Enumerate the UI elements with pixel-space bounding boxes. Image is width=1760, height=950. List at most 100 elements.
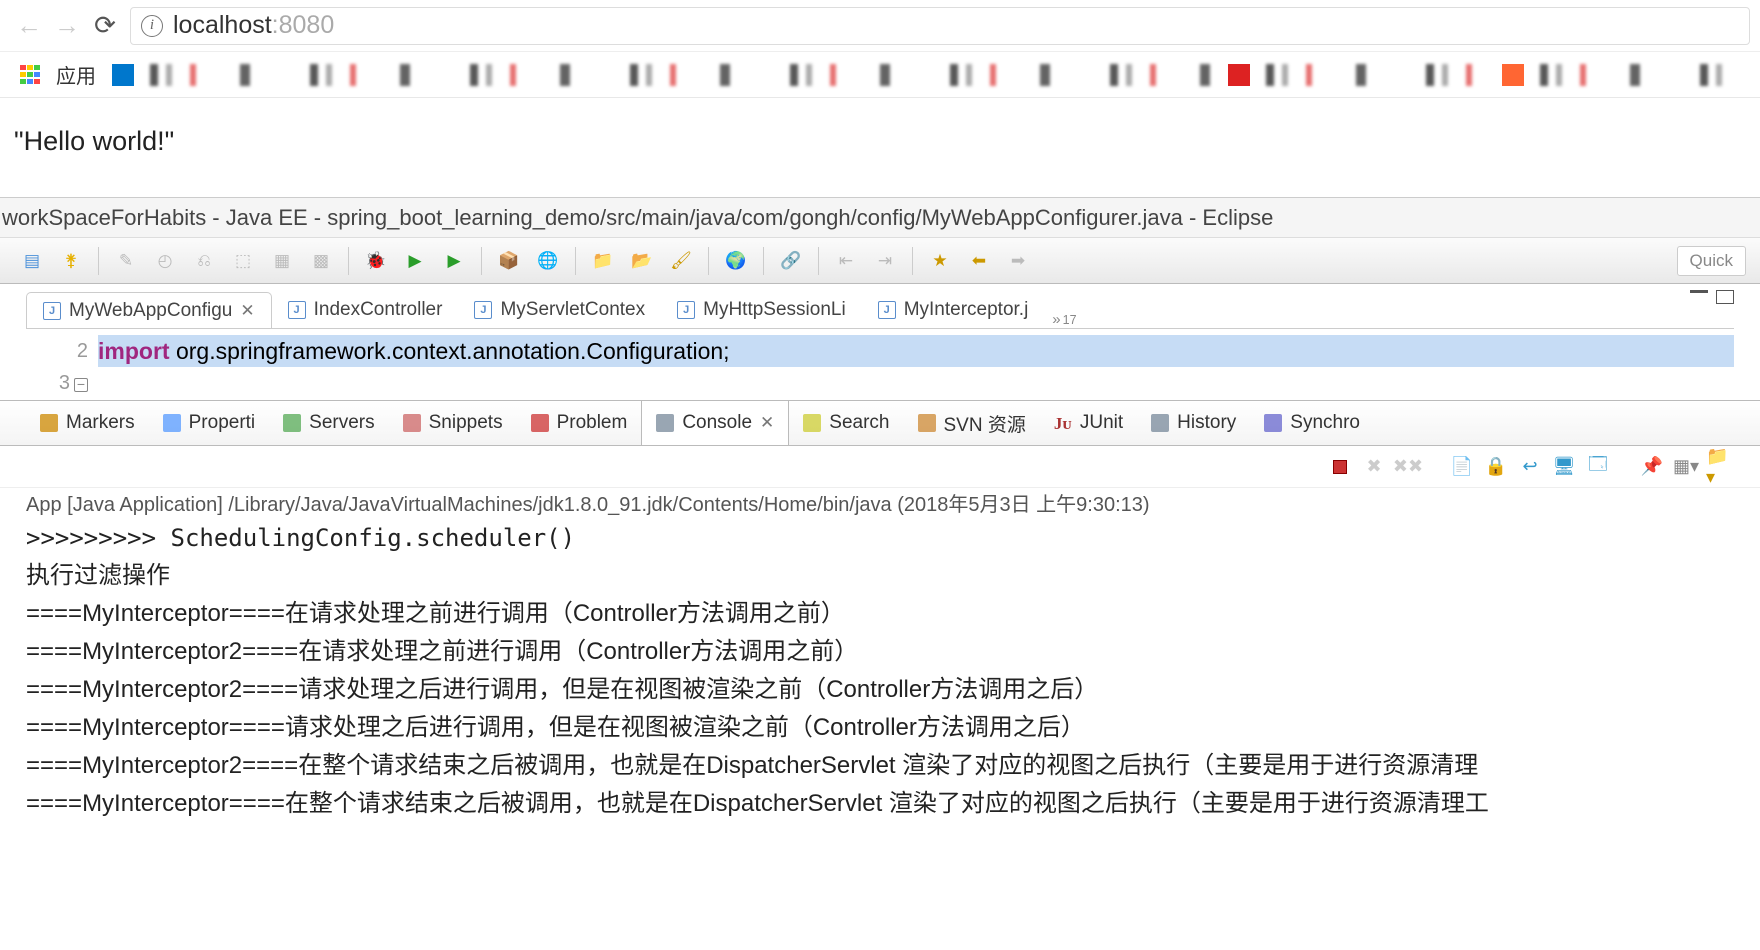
page-text: "Hello world!" <box>14 126 174 156</box>
toolbar-icon[interactable]: ▦ <box>268 247 296 275</box>
display-icon[interactable]: 🖥 <box>1550 455 1578 479</box>
console-process-header: App [Java Application] /Library/Java/Jav… <box>0 488 1760 519</box>
bookmark-bar: 应用 <box>0 52 1760 98</box>
view-tab[interactable]: Problem <box>517 401 642 445</box>
maximize-view-icon[interactable] <box>1716 290 1734 304</box>
overflow-count: 17 <box>1063 313 1077 327</box>
bookmark-item[interactable] <box>112 64 134 86</box>
view-tab[interactable]: Synchro <box>1250 401 1374 445</box>
view-tab[interactable]: JᴜJUnit <box>1040 401 1137 445</box>
console-select-icon[interactable]: ▦▾ <box>1672 455 1700 479</box>
forward-button[interactable]: → <box>48 7 86 45</box>
toolbar-icon[interactable]: ⚵ <box>57 247 85 275</box>
scroll-lock-icon[interactable]: 🔒 <box>1482 455 1510 479</box>
word-wrap-icon[interactable]: ↩ <box>1516 455 1544 479</box>
console-output[interactable]: >>>>>>>>> SchedulingConfig.scheduler()执行… <box>0 519 1760 823</box>
address-bar[interactable]: i localhost:8080 <box>130 7 1750 45</box>
bookmark-item[interactable] <box>1228 64 1250 86</box>
fold-toggle-icon[interactable]: − <box>74 378 88 392</box>
toolbar-divider <box>708 247 709 275</box>
console-line: ====MyInterceptor====请求处理之后进行调用，但是在视图被渲染… <box>26 709 1734 747</box>
nav-back-icon[interactable]: ⬅ <box>965 247 993 275</box>
editor-tab[interactable]: J MyServletContex <box>458 292 661 328</box>
editor-tab[interactable]: JMyInterceptor.j <box>862 292 1045 328</box>
apps-icon[interactable] <box>20 65 40 85</box>
toolbar-icon[interactable]: ⎌ <box>190 247 218 275</box>
code-body[interactable]: import org.springframework.context.annot… <box>98 329 1734 400</box>
editor-tab-active[interactable]: J MyWebAppConfigu ✕ <box>26 292 272 328</box>
view-tab-label: JUnit <box>1080 412 1123 434</box>
view-tab-label: SVN 资源 <box>944 410 1026 437</box>
view-tab-label: Synchro <box>1290 412 1360 434</box>
view-tab[interactable]: SVN 资源 <box>904 401 1040 445</box>
view-tab-label: Console <box>682 412 752 434</box>
toolbar-icon[interactable]: 🖌 <box>667 247 695 275</box>
remove-all-icon[interactable]: ✖✖ <box>1394 455 1422 479</box>
editor-tab-label: MyServletContex <box>500 299 645 321</box>
close-icon[interactable]: ✕ <box>240 301 254 321</box>
toolbar-icon[interactable]: 🔗 <box>777 247 805 275</box>
keyword: import <box>98 338 170 364</box>
pin-console-icon[interactable]: 📌 <box>1638 455 1666 479</box>
toolbar-icon[interactable]: ◴ <box>151 247 179 275</box>
toolbar-divider <box>818 247 819 275</box>
nav-fwd-icon[interactable]: ➡ <box>1004 247 1032 275</box>
toolbar-icon[interactable]: 📦 <box>495 247 523 275</box>
toolbar-icon[interactable]: ▤ <box>18 247 46 275</box>
remove-icon[interactable]: ✖ <box>1360 455 1388 479</box>
new-console-icon[interactable]: 📁▾ <box>1706 455 1734 479</box>
toolbar-icon[interactable]: ⇤ <box>832 247 860 275</box>
bookmark-item[interactable] <box>1502 64 1524 86</box>
toolbar-icon[interactable]: 🌐 <box>534 247 562 275</box>
view-icon <box>1264 414 1282 432</box>
run-last-icon[interactable]: ▶ <box>440 247 468 275</box>
eclipse-title-bar: workSpaceForHabits - Java EE - spring_bo… <box>0 198 1760 238</box>
toolbar-icon[interactable]: ★ <box>926 247 954 275</box>
toolbar-icon[interactable]: ✎ <box>112 247 140 275</box>
console-line: ====MyInterceptor2====在整个请求结束之后被调用，也就是在D… <box>26 747 1734 785</box>
code-editor[interactable]: 2 3− import org.springframework.context.… <box>26 328 1734 400</box>
toolbar-icon[interactable]: 🌍 <box>722 247 750 275</box>
reload-button[interactable]: ⟳ <box>86 7 124 45</box>
browser-navbar: ← → ⟳ i localhost:8080 <box>0 0 1760 52</box>
view-tab[interactable]: Markers <box>26 401 149 445</box>
view-tab-label: Servers <box>309 412 374 434</box>
view-tab[interactable]: Search <box>789 401 903 445</box>
console-line: >>>>>>>>> SchedulingConfig.scheduler() <box>26 519 1734 557</box>
view-tab[interactable]: Snippets <box>389 401 517 445</box>
view-tab[interactable]: Servers <box>269 401 388 445</box>
java-file-icon: J <box>43 302 61 320</box>
editor-tab-label: MyHttpSessionLi <box>703 299 846 321</box>
run-icon[interactable]: ▶ <box>401 247 429 275</box>
apps-label[interactable]: 应用 <box>56 60 96 89</box>
back-button[interactable]: ← <box>10 7 48 45</box>
open-type-icon[interactable]: 📂 <box>628 247 656 275</box>
editor-tab-label: MyWebAppConfigu <box>69 300 232 322</box>
view-icon <box>918 414 936 432</box>
toolbar-divider <box>481 247 482 275</box>
site-info-icon[interactable]: i <box>141 15 163 37</box>
toolbar-divider <box>348 247 349 275</box>
toolbar-icon[interactable]: ⇥ <box>871 247 899 275</box>
editor-tab[interactable]: JIndexController <box>272 292 459 328</box>
view-tab-active[interactable]: Console ✕ <box>641 401 789 445</box>
view-icon <box>283 414 301 432</box>
debug-icon[interactable]: 🐞 <box>362 247 390 275</box>
toolbar-icon[interactable]: ⬚ <box>229 247 257 275</box>
view-tab-label: Properti <box>189 412 256 434</box>
bookmark-items-blurred <box>1540 64 1740 86</box>
view-tab[interactable]: History <box>1137 401 1250 445</box>
terminate-button[interactable] <box>1326 455 1354 479</box>
quick-access-input[interactable]: Quick <box>1677 246 1746 276</box>
tab-overflow-menu[interactable]: »17 <box>1052 311 1076 328</box>
open-console-icon[interactable]: 🗔 <box>1584 455 1612 479</box>
open-folder-icon[interactable]: 📁 <box>589 247 617 275</box>
clear-console-icon[interactable]: 📄 <box>1448 455 1476 479</box>
editor-tab[interactable]: JMyHttpSessionLi <box>661 292 862 328</box>
java-file-icon: J <box>474 301 492 319</box>
minimize-view-icon[interactable] <box>1690 290 1708 304</box>
close-icon[interactable]: ✕ <box>760 413 774 433</box>
toolbar-icon[interactable]: ▩ <box>307 247 335 275</box>
editor-area: J MyWebAppConfigu ✕ JIndexController JMy… <box>0 284 1760 400</box>
view-tab[interactable]: Properti <box>149 401 270 445</box>
